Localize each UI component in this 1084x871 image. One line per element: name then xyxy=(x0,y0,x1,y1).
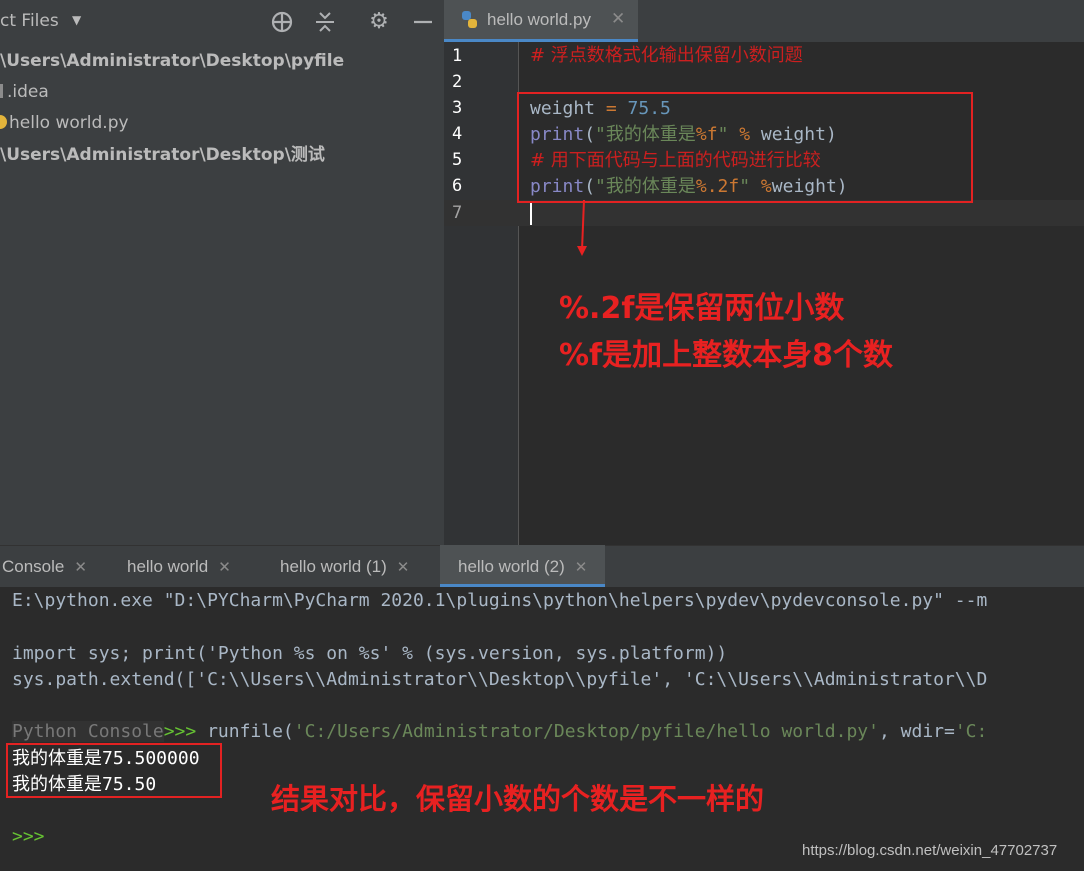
close-icon[interactable]: ✕ xyxy=(74,559,87,576)
tree-item-idea[interactable]: .idea xyxy=(0,78,49,106)
console-runfile-line: Python Console>>> runfile('C:/Users/Admi… xyxy=(12,719,987,745)
project-panel-title[interactable]: ct Files xyxy=(0,11,59,31)
console-prompt-label: Python Console xyxy=(12,721,164,742)
annotation-arrow xyxy=(577,199,587,256)
code-highlight-box xyxy=(517,92,973,203)
console-prompt: >>> xyxy=(163,721,208,742)
line-number: 4 xyxy=(452,124,463,144)
close-icon[interactable]: ✕ xyxy=(397,559,410,576)
output-highlight-box xyxy=(6,743,222,798)
console-tab-console[interactable]: Console ✕ xyxy=(2,545,87,587)
console-final-prompt[interactable]: >>> xyxy=(12,824,45,850)
minimize-icon[interactable] xyxy=(410,9,436,35)
line-number: 7 xyxy=(452,203,463,223)
close-icon[interactable]: ✕ xyxy=(575,559,588,576)
tree-item-hello-world-py[interactable]: hello world.py xyxy=(0,109,129,137)
line-number: 2 xyxy=(452,72,463,92)
line-number: 3 xyxy=(452,98,463,118)
line-number: 5 xyxy=(452,150,463,170)
locate-icon[interactable] xyxy=(269,9,295,35)
code-comment: # 浮点数格式化输出保留小数问题 xyxy=(530,45,803,66)
tree-item-label: \Users\Administrator\Desktop\pyfile xyxy=(0,51,345,71)
console-tab-hello-world-2[interactable]: hello world (2) ✕ xyxy=(440,545,606,587)
tree-item-label: hello world.py xyxy=(9,113,129,133)
annotation-text: %f是加上整数本身8个数 xyxy=(559,338,893,373)
code-token: , wdir= xyxy=(878,721,955,742)
project-panel-header: ct Files ▼ ⚙ xyxy=(0,0,444,44)
project-panel xyxy=(0,0,444,545)
python-file-icon xyxy=(460,10,480,30)
console-tab-label: hello world (2) xyxy=(458,557,565,576)
current-line-highlight xyxy=(444,200,1084,226)
annotation-text: 结果对比，保留小数的个数是不一样的 xyxy=(271,782,765,816)
console-prompt: >>> xyxy=(12,826,45,847)
folder-icon xyxy=(0,84,3,98)
console-line: import sys; print('Python %s on %s' % (s… xyxy=(12,643,728,664)
console-tab-hello-world[interactable]: hello world ✕ xyxy=(127,545,231,587)
gear-icon[interactable]: ⚙ xyxy=(366,9,392,35)
close-icon[interactable]: ✕ xyxy=(611,9,625,29)
line-number: 6 xyxy=(452,176,463,196)
close-icon[interactable]: ✕ xyxy=(218,559,231,576)
console-tab-hello-world-1[interactable]: hello world (1) ✕ xyxy=(280,545,409,587)
watermark: https://blog.csdn.net/weixin_47702737 xyxy=(802,842,1058,859)
editor-tab-hello-world[interactable]: hello world.py ✕ xyxy=(444,0,638,42)
code-line-1: # 浮点数格式化输出保留小数问题 xyxy=(530,43,803,69)
tree-item-pyfile[interactable]: \Users\Administrator\Desktop\pyfile xyxy=(0,47,344,75)
collapse-all-icon[interactable] xyxy=(312,9,338,35)
line-number: 1 xyxy=(452,46,463,66)
python-file-icon xyxy=(0,115,7,129)
tree-item-label: \Users\Administrator\Desktop\测试 xyxy=(0,145,325,165)
code-token: 'C:/Users/Administrator/Desktop/pyfile/h… xyxy=(293,721,879,742)
console-tab-label: Console xyxy=(2,557,65,576)
text-cursor xyxy=(530,203,532,225)
annotation-text: %.2f是保留两位小数 xyxy=(559,291,845,326)
console-line: E:\python.exe "D:\PYCharm\PyCharm 2020.1… xyxy=(12,590,988,611)
console-tab-label: hello world (1) xyxy=(280,557,387,576)
chevron-down-icon[interactable]: ▼ xyxy=(72,13,81,27)
code-token: runfile( xyxy=(207,721,294,742)
code-token: 'C: xyxy=(954,721,988,742)
tree-item-test-folder[interactable]: \Users\Administrator\Desktop\测试 xyxy=(0,141,325,169)
console-tab-label: hello world xyxy=(127,557,209,576)
console-line: sys.path.extend(['C:\\Users\\Administrat… xyxy=(12,669,988,690)
editor-tab-label: hello world.py xyxy=(487,10,591,29)
tree-item-label: .idea xyxy=(7,82,49,102)
